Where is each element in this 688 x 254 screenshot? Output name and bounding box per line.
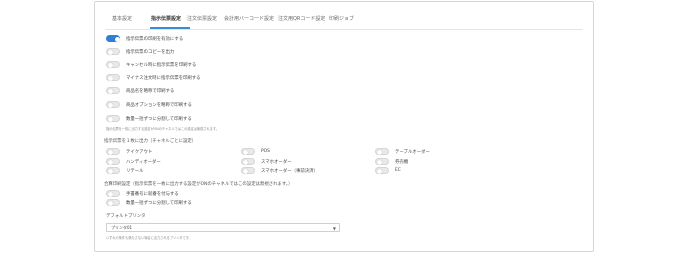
toggle-label: スマホオーダー <box>261 159 292 165</box>
default-printer-value: プリンタ01 <box>111 224 133 230</box>
toggle-row-minus-order: マイナス注文時に指示伝票を印刷する <box>106 74 201 81</box>
channel-ec: EC <box>375 167 401 174</box>
toggle-label: ハンディオーダー <box>126 159 161 165</box>
tab-instruction-slip[interactable]: 指示伝票設定 <box>151 15 181 22</box>
chevron-down-icon: ▼ <box>332 225 336 231</box>
active-tab-indicator <box>150 27 190 29</box>
settings-panel: 基本設定 指示伝票設定 注文伝票設定 会計用バーコード設定 注文用QRコード設定… <box>94 1 594 252</box>
toggle-switch[interactable] <box>106 115 120 122</box>
toggle-label: POS <box>261 149 270 154</box>
toggle-row-option-abbr: 商品オプションを略称で印刷する <box>106 101 192 108</box>
toggle-label: EC <box>395 168 401 173</box>
toggle-switch[interactable] <box>106 87 120 94</box>
toggle-switch[interactable] <box>241 167 255 174</box>
channel-smartphone-prepay: スマホオーダー（事前決済） <box>241 167 318 174</box>
toggle-switch[interactable] <box>106 148 120 155</box>
default-printer-label: デフォルトプリンタ <box>106 214 146 219</box>
toggle-label: 商品名を略称で印刷する <box>126 88 175 94</box>
toggle-label: 数量一括ずつに分割して印刷する <box>126 116 192 122</box>
channel-ticket-machine: 券売機 <box>375 158 408 165</box>
toggle-switch[interactable] <box>106 158 120 165</box>
toggle-label: テイクアウト <box>126 149 153 155</box>
tab-order-slip[interactable]: 注文伝票設定 <box>187 15 217 22</box>
combined-section-title: 合算印刷設定（指示伝票を一枚に出力する設定がONのチャネルではこの設定は無視され… <box>104 182 293 187</box>
toggle-switch[interactable] <box>106 35 120 42</box>
toggle-switch[interactable] <box>106 190 120 197</box>
toggle-label: 券売機 <box>395 159 409 165</box>
toggle-switch[interactable] <box>106 101 120 108</box>
tab-checkout-barcode[interactable]: 会計用バーコード設定 <box>224 15 274 22</box>
toggle-label: 指示伝票のコピーを出力 <box>126 49 175 55</box>
toggle-switch[interactable] <box>375 158 389 165</box>
toggle-switch[interactable] <box>375 167 389 174</box>
channel-retail: リテール <box>106 167 144 174</box>
toggle-row-product-abbr: 商品名を略称で印刷する <box>106 87 174 94</box>
tab-basic[interactable]: 基本設定 <box>112 15 132 22</box>
toggle-label: 商品オプションを略称で印刷する <box>126 102 192 108</box>
toggle-switch[interactable] <box>106 167 120 174</box>
toggle-row-split-qty: 数量一括ずつに分割して印刷する <box>106 115 192 122</box>
combined-number-suffix: 手書番号に就番を付与する <box>106 190 179 197</box>
channel-handy-order: ハンディオーダー <box>106 158 161 165</box>
toggle-label: スマホオーダー（事前決済） <box>261 168 318 174</box>
split-note: 指示伝票を一枚に出力する設定がONのチャネルではこの設定は無視されます。 <box>106 127 219 131</box>
toggle-label: 手書番号に就番を付与する <box>126 191 179 197</box>
toggle-label: リテール <box>126 168 144 174</box>
tab-print-job[interactable]: 印刷ジョブ <box>329 15 354 22</box>
toggle-label: マイナス注文時に指示伝票を印刷する <box>126 75 201 81</box>
toggle-switch[interactable] <box>106 74 120 81</box>
channel-section-title: 指示伝票を１枚に出力（チャネルごとに設定） <box>104 139 197 144</box>
toggle-switch[interactable] <box>241 148 255 155</box>
default-printer-note: いずれの条件も満たさない場合に出力されるプリンタです。 <box>106 236 192 240</box>
toggle-row-enable-print: 指示伝票の印刷を有効にする <box>106 35 183 42</box>
default-printer-select[interactable]: プリンタ01 ▼ <box>106 223 340 232</box>
toggle-label: 指示伝票の印刷を有効にする <box>126 36 184 42</box>
toggle-switch[interactable] <box>106 48 120 55</box>
toggle-row-cancel: キャンセル時に指示伝票を印刷する <box>106 61 196 68</box>
toggle-row-copy: 指示伝票のコピーを出力 <box>106 48 174 55</box>
toggle-switch[interactable] <box>106 199 120 206</box>
channel-pos: POS <box>241 148 270 155</box>
toggle-switch[interactable] <box>106 61 120 68</box>
toggle-switch[interactable] <box>375 148 389 155</box>
combined-split-qty: 数量一括ずつに分割して印刷する <box>106 199 192 206</box>
toggle-label: キャンセル時に指示伝票を印刷する <box>126 62 197 68</box>
settings-tabs: 基本設定 指示伝票設定 注文伝票設定 会計用バーコード設定 注文用QRコード設定… <box>105 13 583 30</box>
channel-table-order: テーブルオーダー <box>375 148 430 155</box>
toggle-label: 数量一括ずつに分割して印刷する <box>126 200 192 206</box>
toggle-label: テーブルオーダー <box>395 149 430 155</box>
tab-order-qr[interactable]: 注文用QRコード設定 <box>278 15 325 22</box>
channel-smartphone-order: スマホオーダー <box>241 158 292 165</box>
toggle-switch[interactable] <box>241 158 255 165</box>
channel-takeout: テイクアウト <box>106 148 152 155</box>
